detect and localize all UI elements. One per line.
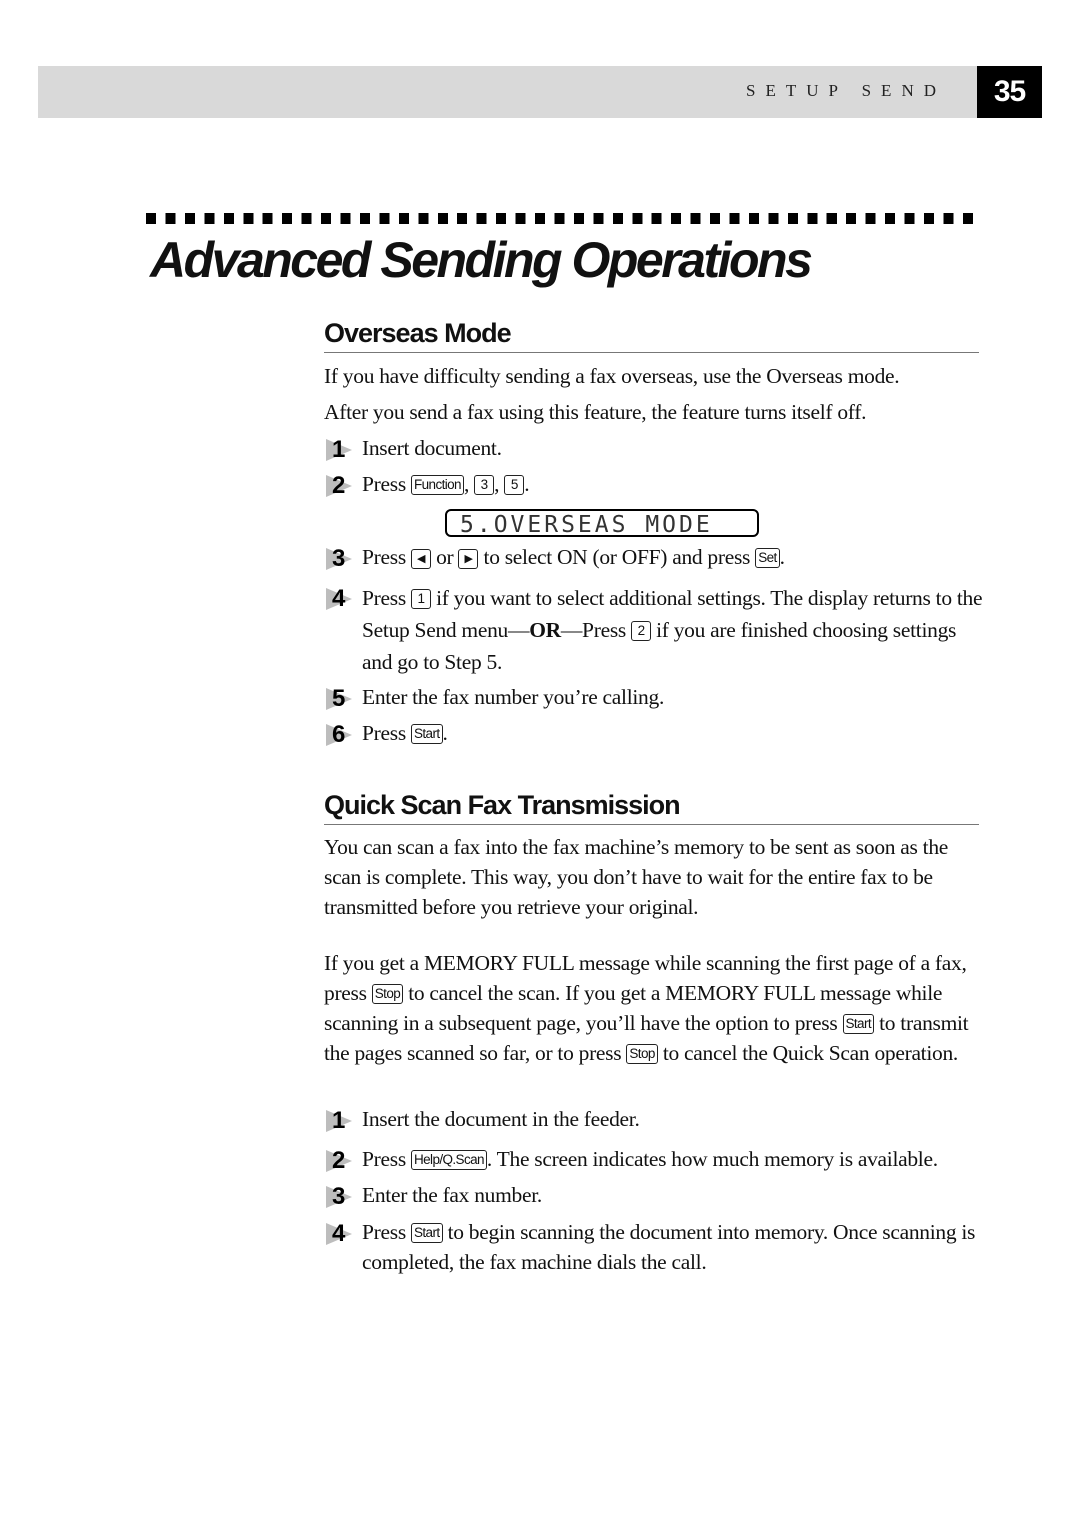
step-text: Enter the fax number you’re calling. <box>362 685 665 709</box>
help-qscan-key: Help/Q.Scan <box>410 1150 487 1170</box>
section-heading-quickscan: Quick Scan Fax Transmission <box>324 788 979 825</box>
step-text: Insert the document in the feeder. <box>362 1107 640 1131</box>
page-number: 35 <box>977 66 1042 118</box>
key-1: 1 <box>410 589 431 609</box>
function-key: Function <box>410 475 464 495</box>
step-number-icon: 4 <box>326 1220 356 1247</box>
page-title: Advanced Sending Operations <box>150 232 813 288</box>
step-number-icon: 1 <box>326 436 356 463</box>
step-text: Press <box>362 472 406 496</box>
overseas-intro-1: If you have difficulty sending a fax ove… <box>324 364 900 388</box>
step-number-icon: 2 <box>326 472 356 499</box>
key-3: 3 <box>474 475 495 495</box>
key-5: 5 <box>504 475 525 495</box>
step-number-icon: 1 <box>326 1107 356 1134</box>
key-2: 2 <box>631 621 652 641</box>
step-number-icon: 3 <box>326 1183 356 1210</box>
quickscan-memory-full-note: If you get a MEMORY FULL message while s… <box>324 951 969 1065</box>
step-text: Enter the fax number. <box>362 1183 542 1207</box>
start-key: Start <box>842 1014 875 1034</box>
overseas-intro-2: After you send a fax using this feature,… <box>324 400 867 424</box>
stop-key: Stop <box>626 1044 658 1064</box>
step-number-icon: 6 <box>326 721 356 748</box>
or-emphasis: OR <box>529 618 561 642</box>
quickscan-intro: You can scan a fax into the fax machine’… <box>324 835 949 919</box>
step-text: Insert document. <box>362 436 502 460</box>
set-key: Set <box>755 548 780 568</box>
lcd-display: 5.OVERSEAS MODE <box>445 509 759 538</box>
right-arrow-key-icon: ▶ <box>458 549 479 569</box>
start-key: Start <box>410 1223 443 1243</box>
start-key: Start <box>410 724 443 744</box>
stop-key: Stop <box>371 984 404 1004</box>
step-number-icon: 3 <box>326 545 356 572</box>
page-header: SETUP SEND 35 <box>38 66 1042 118</box>
dotted-rule <box>146 213 982 224</box>
step-number-icon: 2 <box>326 1147 356 1174</box>
left-arrow-key-icon: ◀ <box>410 549 431 569</box>
section-title: SETUP SEND <box>746 81 946 100</box>
step-number-icon: 4 <box>326 585 356 612</box>
section-heading-overseas: Overseas Mode <box>324 316 979 353</box>
step-number-icon: 5 <box>326 685 356 712</box>
